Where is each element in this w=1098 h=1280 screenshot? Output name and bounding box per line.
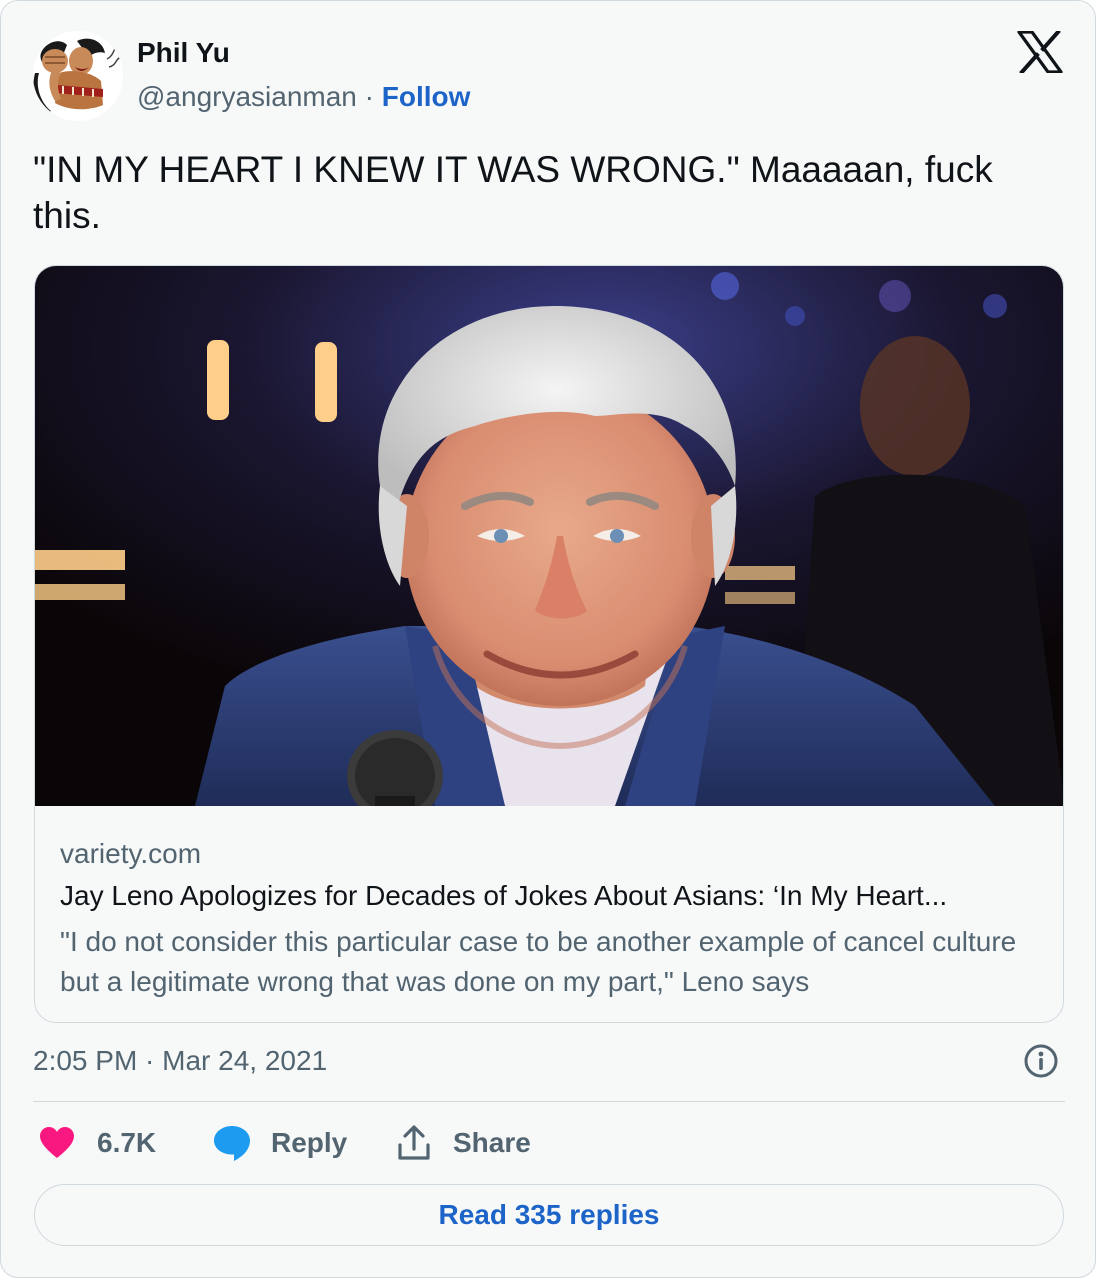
follow-button[interactable]: Follow	[382, 81, 471, 112]
avatar-illustration	[33, 31, 123, 121]
link-preview-image	[35, 266, 1063, 822]
tweet-embed-card: Phil Yu @angryasianman · Follow "IN MY H…	[0, 0, 1096, 1278]
like-action[interactable]: 6.7K	[39, 1121, 156, 1165]
likes-count: 6.7K	[97, 1127, 157, 1158]
tweet-timestamp[interactable]: 2:05 PM · Mar 24, 2021	[33, 1043, 327, 1079]
info-glyph	[1024, 1044, 1058, 1078]
speech-bubble-icon	[214, 1126, 250, 1161]
link-title: Jay Leno Apologizes for Decades of Jokes…	[60, 880, 948, 911]
reply-label: Reply	[271, 1127, 348, 1158]
author-handle[interactable]: @angryasianman	[137, 81, 357, 112]
read-replies-button[interactable]: Read 335 replies	[34, 1184, 1064, 1246]
author-handle-line: @angryasianman · Follow	[137, 79, 470, 115]
x-logo-icon[interactable]	[1017, 29, 1063, 75]
link-preview-card[interactable]: variety.com Jay Leno Apologizes for Deca…	[34, 265, 1064, 1023]
tweet-text: "IN MY HEART I KNEW IT WAS WRONG." Maaaa…	[33, 149, 993, 236]
share-label: Share	[453, 1127, 531, 1158]
x-logo-glyph	[1017, 29, 1063, 75]
photo-illustration	[35, 266, 1063, 822]
share-upload-icon	[398, 1125, 430, 1160]
handle-separator: ·	[356, 81, 382, 112]
link-description: "I do not consider this particular case …	[60, 926, 1017, 997]
share-action[interactable]: Share	[397, 1121, 531, 1165]
heart-icon	[40, 1127, 74, 1158]
link-domain: variety.com	[60, 838, 202, 869]
reply-action[interactable]: Reply	[213, 1121, 347, 1165]
author-name[interactable]: Phil Yu	[137, 35, 230, 71]
info-icon[interactable]	[1023, 1043, 1059, 1079]
actions-divider	[33, 1101, 1065, 1102]
author-avatar[interactable]	[33, 31, 123, 121]
